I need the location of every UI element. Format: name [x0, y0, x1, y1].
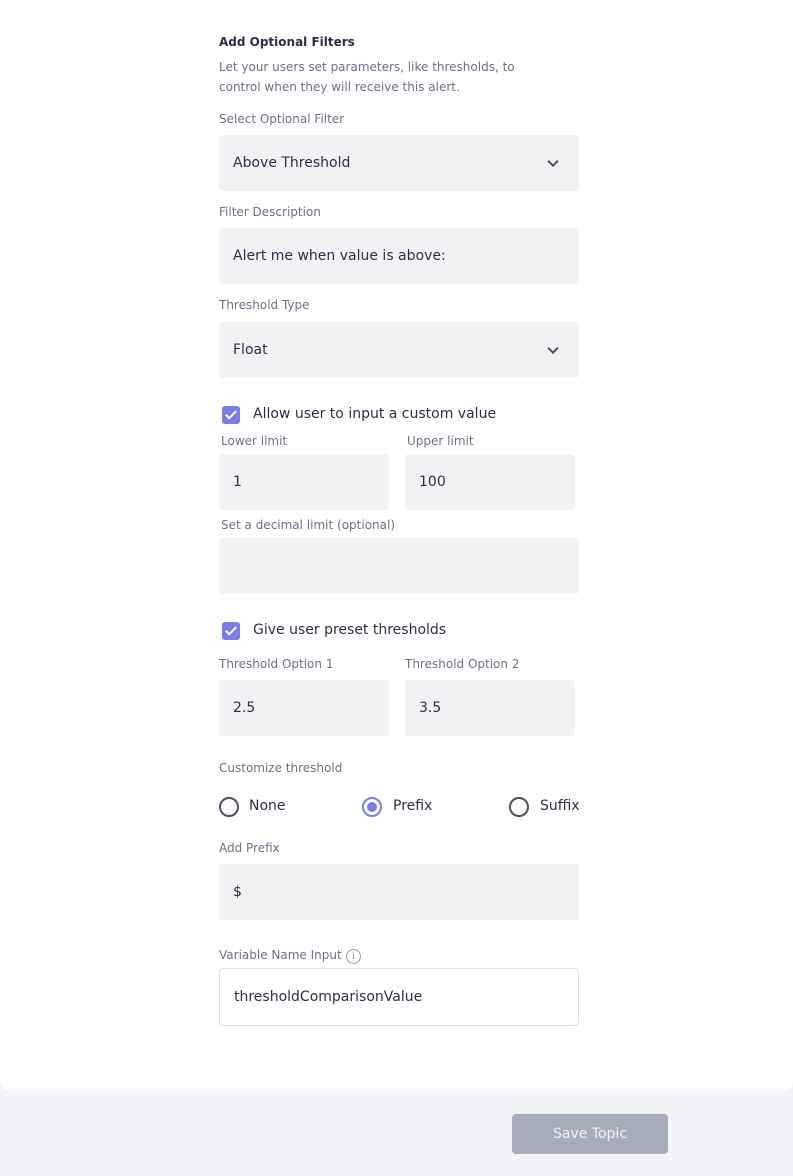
radio-suffix[interactable] [509, 797, 529, 817]
upper-limit-label: Upper limit [407, 434, 474, 448]
radio-prefix[interactable] [362, 797, 382, 817]
threshold-option-1-label: Threshold Option 1 [219, 657, 334, 671]
threshold-option-2-value: 3.5 [419, 700, 442, 716]
preset-thresholds-label: Give user preset thresholds [253, 622, 447, 638]
threshold-option-2-label: Threshold Option 2 [405, 657, 520, 671]
decimal-limit-label: Set a decimal limit (optional) [221, 518, 396, 532]
lower-limit-label: Lower limit [221, 434, 288, 448]
filter-description-label: Filter Description [219, 205, 321, 219]
lower-limit-value: 1 [233, 474, 242, 490]
select-filter-dropdown[interactable]: Above Threshold [219, 135, 579, 191]
threshold-type-label: Threshold Type [219, 298, 310, 312]
variable-name-input[interactable]: thresholdComparisonValue [219, 968, 579, 1026]
threshold-type-value: Float [233, 342, 268, 358]
custom-value-checkbox[interactable] [222, 406, 240, 424]
filter-description-input[interactable]: Alert me when value is above: [219, 228, 579, 284]
prefix-value: $ [233, 884, 242, 900]
form-panel: Add Optional Filters Let your users set … [0, 0, 793, 1090]
chevron-down-icon [547, 342, 559, 355]
variable-name-label: Variable Name Input [219, 948, 342, 962]
lower-limit-input[interactable]: 1 [219, 454, 389, 510]
radio-suffix-label: Suffix [540, 798, 580, 814]
threshold-option-2-input[interactable]: 3.5 [405, 680, 575, 736]
threshold-type-dropdown[interactable]: Float [219, 322, 579, 378]
filter-description-value: Alert me when value is above: [233, 248, 446, 264]
upper-limit-value: 100 [419, 474, 446, 490]
footer-bar [0, 1090, 793, 1176]
threshold-option-1-value: 2.5 [233, 700, 256, 716]
threshold-option-1-input[interactable]: 2.5 [219, 680, 389, 736]
select-filter-label: Select Optional Filter [219, 112, 345, 126]
decimal-limit-input[interactable] [219, 538, 579, 594]
save-topic-button[interactable]: Save Topic [512, 1114, 668, 1154]
custom-value-label: Allow user to input a custom value [253, 406, 497, 422]
variable-name-value: thresholdComparisonValue [234, 989, 423, 1005]
preset-thresholds-checkbox[interactable] [222, 622, 240, 640]
upper-limit-input[interactable]: 100 [405, 454, 575, 510]
info-icon[interactable]: i [346, 949, 361, 964]
optional-filters-description: Let your users set parameters, like thre… [219, 60, 515, 94]
prefix-input[interactable]: $ [219, 864, 579, 920]
radio-none-label: None [249, 798, 286, 814]
radio-prefix-label: Prefix [393, 798, 433, 814]
select-filter-value: Above Threshold [233, 155, 351, 171]
add-prefix-label: Add Prefix [219, 841, 280, 855]
optional-filters-title: Add Optional Filters [219, 35, 355, 49]
customize-threshold-label: Customize threshold [219, 761, 343, 775]
radio-none[interactable] [219, 797, 239, 817]
chevron-down-icon [547, 155, 559, 168]
